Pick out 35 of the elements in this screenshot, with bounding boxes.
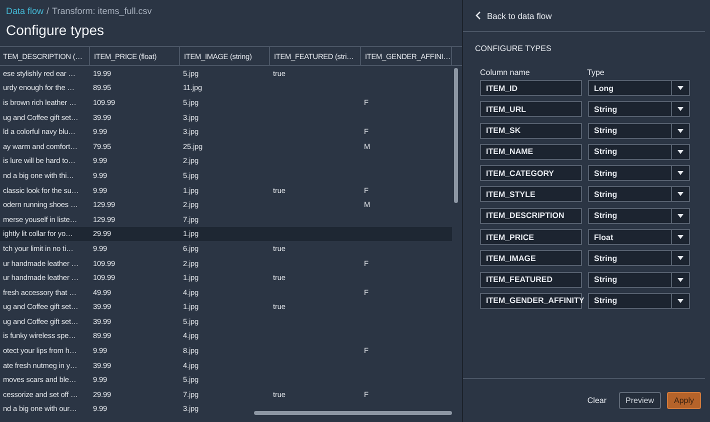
back-link[interactable]: Back to data flow	[463, 0, 705, 32]
column-name-field[interactable]: ITEM_IMAGE	[480, 250, 582, 266]
page-title: Configure types	[5, 21, 106, 40]
column-name-field[interactable]: ITEM_CATEGORY	[480, 165, 582, 182]
type-label: Type	[587, 68, 606, 79]
column-name-field[interactable]: ITEM_NAME	[480, 144, 582, 160]
chevron-left-icon	[475, 11, 481, 20]
column-name-field[interactable]: ITEM_GENDER_AFFINITY	[480, 292, 582, 309]
type-dropdown[interactable]: String	[588, 292, 690, 309]
type-dropdown[interactable]: String	[588, 122, 690, 139]
breadcrumb-separator: /	[46, 6, 50, 16]
column-name-field[interactable]: ITEM_URL	[480, 101, 582, 118]
type-dropdown[interactable]: String	[588, 272, 690, 288]
column-name-field[interactable]: ITEM_FEATURED	[480, 272, 582, 288]
column-name-field[interactable]: ITEM_DESCRIPTION	[480, 208, 582, 224]
breadcrumb-current: Transform: items_full.csv	[52, 6, 152, 16]
column-name-label: Column name	[480, 68, 531, 79]
column-name-field[interactable]: ITEM_PRICE	[480, 229, 582, 246]
column-name-field[interactable]: ITEM_SK	[480, 122, 582, 139]
preview-button[interactable]: Preview	[618, 392, 661, 409]
type-dropdown[interactable]: Float	[588, 229, 690, 246]
type-dropdown[interactable]: String	[588, 101, 690, 118]
type-dropdown[interactable]: String	[588, 250, 690, 266]
vertical-scrollbar[interactable]	[454, 68, 458, 203]
type-dropdown[interactable]: String	[588, 186, 690, 202]
column-name-field[interactable]: ITEM_STYLE	[480, 186, 582, 202]
type-dropdown[interactable]: String	[588, 165, 690, 182]
breadcrumb-link[interactable]: Data flow	[6, 6, 44, 16]
column-name-field[interactable]: ITEM_ID	[480, 80, 582, 96]
type-dropdown[interactable]: Long	[588, 80, 690, 96]
type-dropdown[interactable]: String	[588, 208, 690, 224]
horizontal-scrollbar[interactable]	[254, 411, 452, 415]
type-dropdown[interactable]: String	[588, 144, 690, 160]
section-heading: CONFIGURE TYPES	[474, 43, 552, 53]
clear-button[interactable]: Clear	[581, 392, 613, 409]
